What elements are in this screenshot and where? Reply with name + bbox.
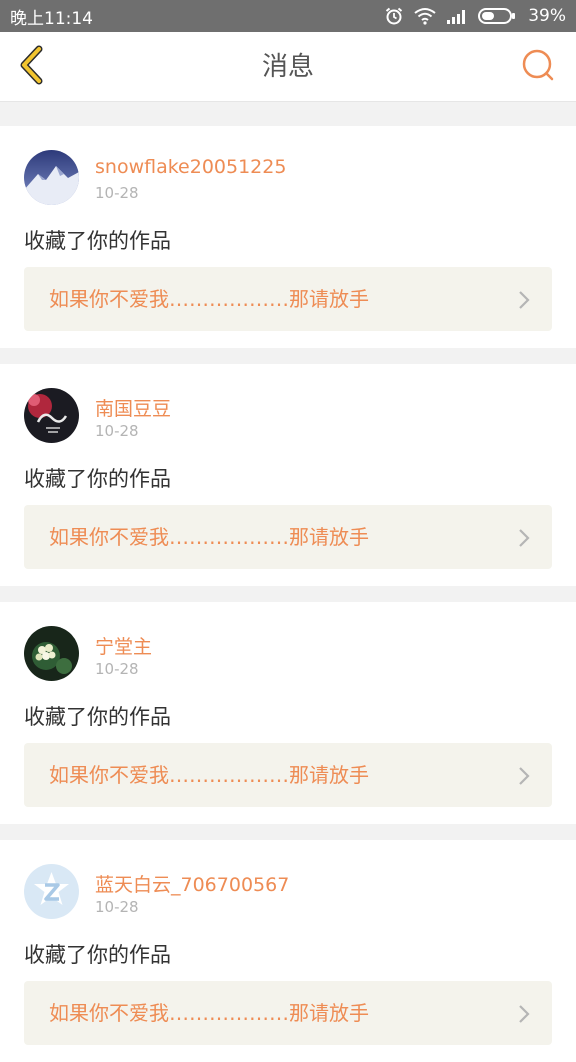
status-icons: 39%: [384, 6, 566, 26]
signal-icon: [446, 8, 468, 24]
chevron-right-icon: [518, 1004, 530, 1028]
status-bar: 晚上11:14 39%: [0, 0, 576, 32]
username[interactable]: 宁堂主: [95, 632, 152, 659]
chevron-right-icon: [518, 528, 530, 552]
chevron-right-icon: [518, 290, 530, 314]
username[interactable]: 南国豆豆: [95, 394, 171, 421]
message-item: 蓝天白云_706700567 10-28 收藏了你的作品 如果你不爱我………………: [0, 840, 576, 1062]
action-text: 收藏了你的作品: [24, 943, 171, 967]
action-text: 收藏了你的作品: [24, 705, 171, 729]
action-text: 收藏了你的作品: [24, 229, 171, 253]
message-item: 宁堂主 10-28 收藏了你的作品 如果你不爱我………………那请放手: [0, 602, 576, 824]
work-link[interactable]: 如果你不爱我………………那请放手: [24, 743, 552, 807]
work-title: 如果你不爱我………………那请放手: [49, 763, 369, 787]
work-title: 如果你不爱我………………那请放手: [49, 525, 369, 549]
battery-icon: [478, 7, 516, 25]
work-link[interactable]: 如果你不爱我………………那请放手: [24, 267, 552, 331]
work-title: 如果你不爱我………………那请放手: [49, 1001, 369, 1025]
message-date: 10-28: [95, 184, 139, 202]
message-item: snowflake20051225 10-28 收藏了你的作品 如果你不爱我………: [0, 126, 576, 348]
avatar[interactable]: [24, 626, 79, 681]
avatar[interactable]: [24, 150, 79, 205]
message-date: 10-28: [95, 898, 139, 916]
action-text: 收藏了你的作品: [24, 467, 171, 491]
search-button[interactable]: [520, 49, 556, 85]
wifi-icon: [414, 7, 436, 25]
message-date: 10-28: [95, 660, 139, 678]
header: 消息: [0, 32, 576, 102]
avatar[interactable]: [24, 388, 79, 443]
username[interactable]: snowflake20051225: [95, 156, 286, 178]
message-item: 南国豆豆 10-28 收藏了你的作品 如果你不爱我………………那请放手: [0, 364, 576, 586]
work-link[interactable]: 如果你不爱我………………那请放手: [24, 505, 552, 569]
chevron-left-icon: [17, 45, 47, 89]
work-title: 如果你不爱我………………那请放手: [49, 287, 369, 311]
message-date: 10-28: [95, 422, 139, 440]
work-link[interactable]: 如果你不爱我………………那请放手: [24, 981, 552, 1045]
username[interactable]: 蓝天白云_706700567: [95, 870, 289, 897]
avatar[interactable]: [24, 864, 79, 919]
battery-percent: 39%: [528, 6, 566, 26]
status-time: 晚上11:14: [10, 8, 93, 29]
back-button[interactable]: [12, 45, 52, 89]
page-title: 消息: [261, 52, 314, 82]
alarm-icon: [384, 6, 404, 26]
chevron-right-icon: [518, 766, 530, 790]
search-icon: [521, 48, 555, 86]
